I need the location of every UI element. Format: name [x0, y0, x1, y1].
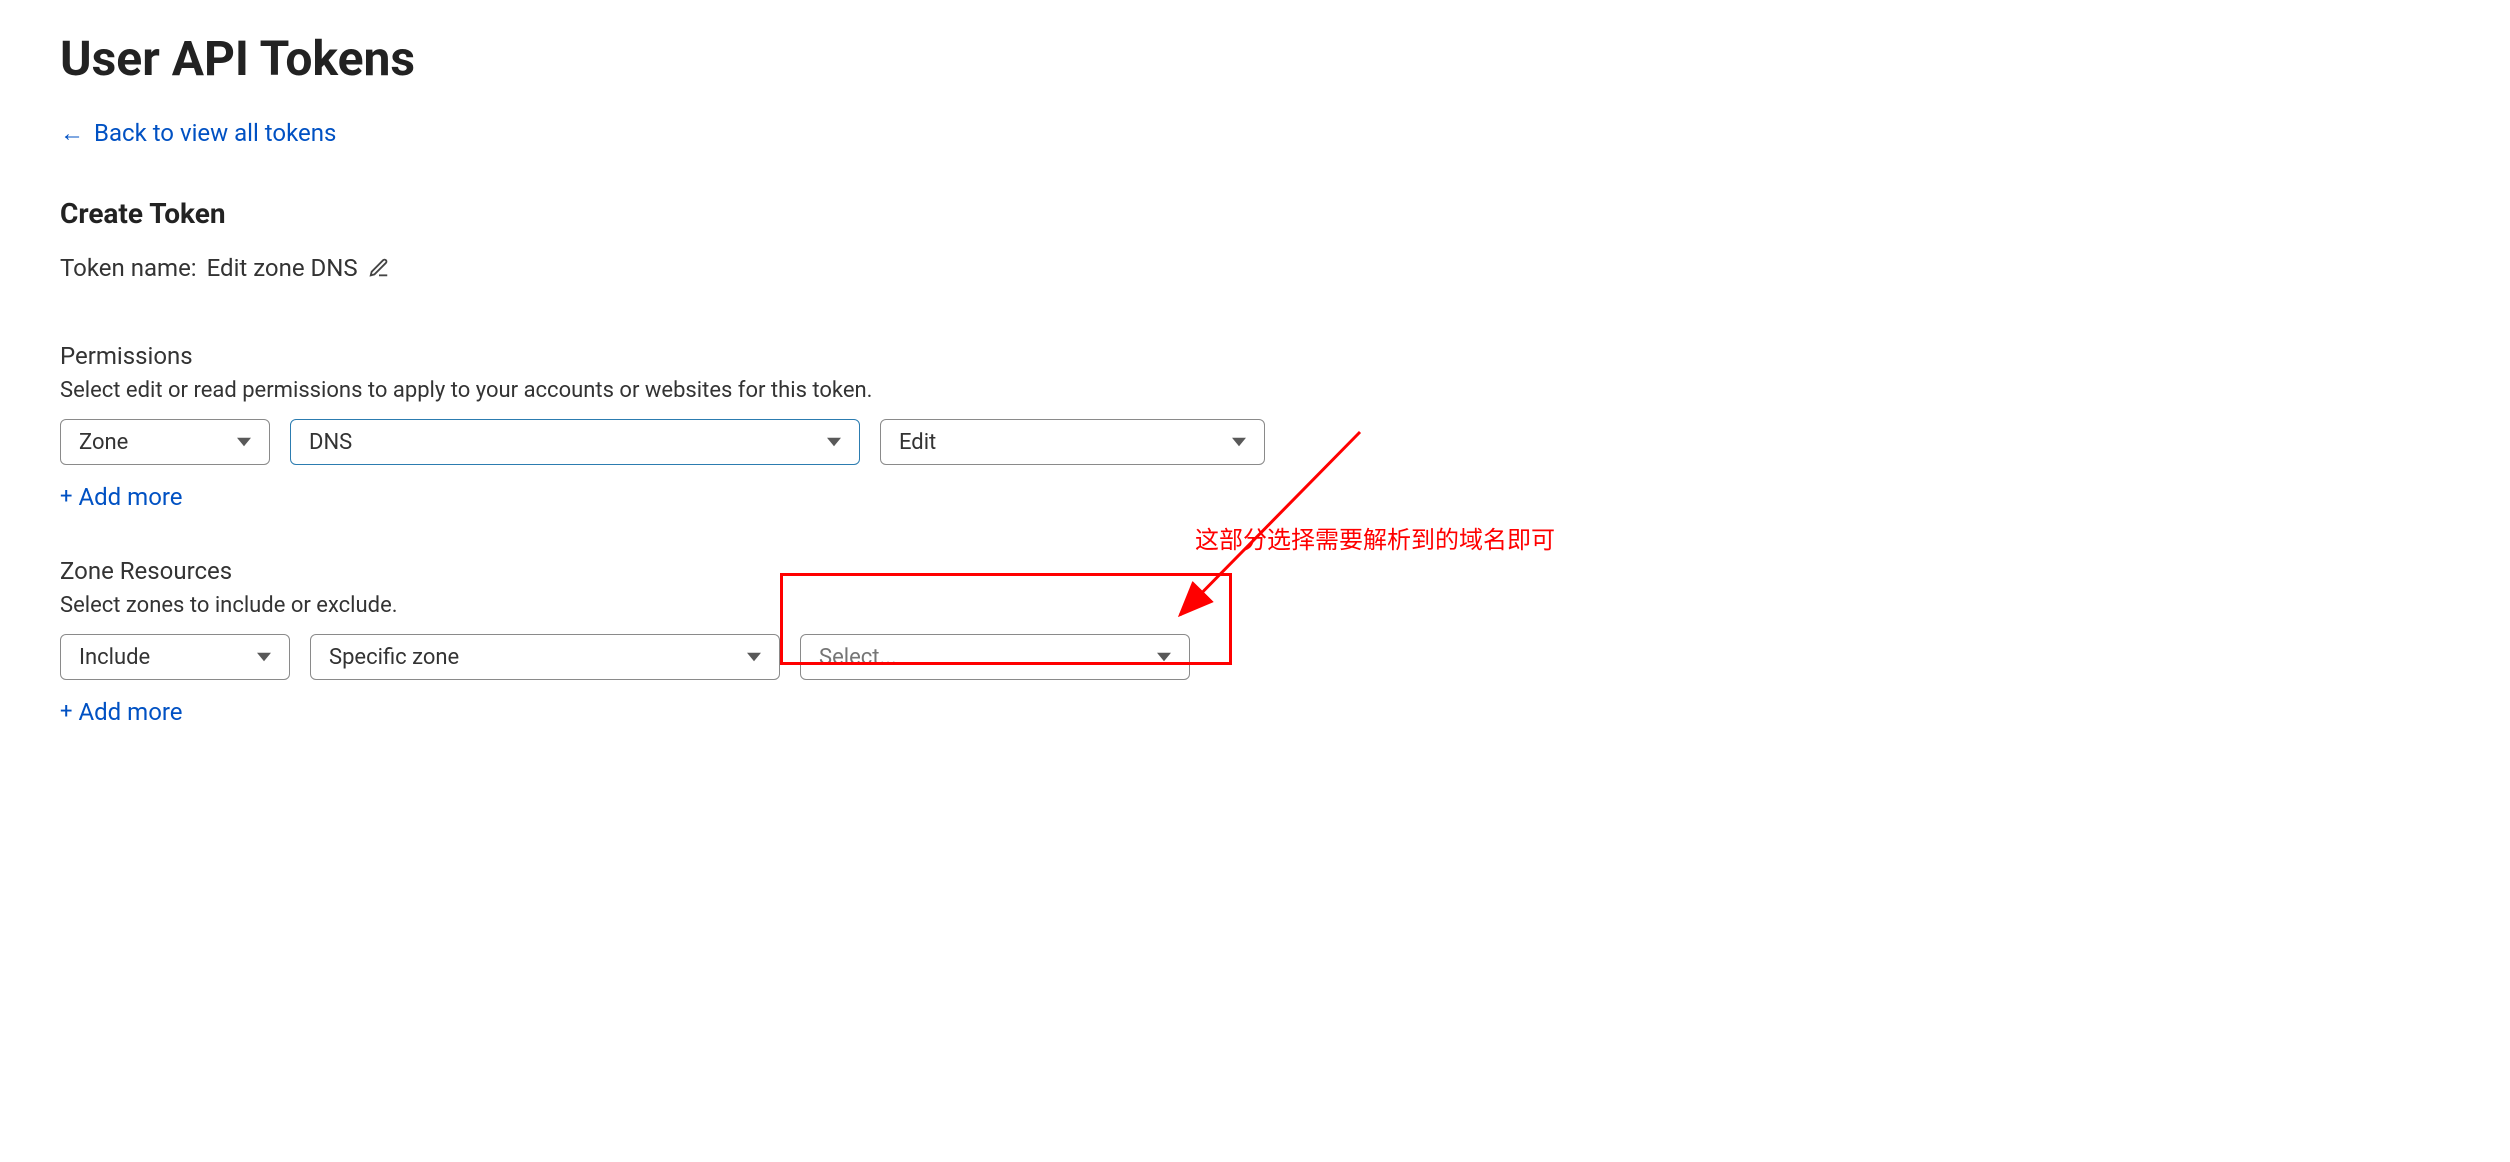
- zone-resources-row: Include Specific zone Select...: [60, 634, 2450, 680]
- back-link-label: Back to view all tokens: [94, 119, 336, 147]
- permissions-scope-value: Zone: [79, 430, 128, 455]
- plus-icon: +: [60, 701, 72, 723]
- annotation-text: 这部分选择需要解析到的域名即可: [1195, 520, 1555, 555]
- caret-down-icon: [257, 650, 271, 664]
- page-title: User API Tokens: [60, 30, 2450, 87]
- permissions-add-more-button[interactable]: + Add more: [60, 483, 183, 511]
- zone-name-placeholder: Select...: [819, 645, 897, 670]
- token-name-label: Token name:: [60, 254, 197, 282]
- add-more-label: Add more: [78, 483, 182, 511]
- caret-down-icon: [1232, 435, 1246, 449]
- arrow-left-icon: ←: [60, 121, 84, 145]
- permissions-access-value: Edit: [899, 430, 936, 455]
- permissions-group: Permissions Select edit or read permissi…: [60, 342, 2450, 511]
- token-name-row: Token name: Edit zone DNS: [60, 254, 2450, 282]
- zone-resources-group: Zone Resources Select zones to include o…: [60, 557, 2450, 726]
- create-token-heading: Create Token: [60, 197, 2450, 230]
- permissions-label: Permissions: [60, 342, 2450, 370]
- permissions-desc: Select edit or read permissions to apply…: [60, 378, 2450, 403]
- zone-name-select[interactable]: Select...: [800, 634, 1190, 680]
- zone-resources-desc: Select zones to include or exclude.: [60, 593, 2450, 618]
- permissions-access-select[interactable]: Edit: [880, 419, 1265, 465]
- caret-down-icon: [747, 650, 761, 664]
- zone-scope-select[interactable]: Specific zone: [310, 634, 780, 680]
- add-more-label: Add more: [78, 698, 182, 726]
- token-name-value: Edit zone DNS: [207, 254, 358, 282]
- permissions-resource-value: DNS: [309, 430, 352, 455]
- zone-mode-select[interactable]: Include: [60, 634, 290, 680]
- permissions-resource-select[interactable]: DNS: [290, 419, 860, 465]
- caret-down-icon: [1157, 650, 1171, 664]
- caret-down-icon: [827, 435, 841, 449]
- permissions-scope-select[interactable]: Zone: [60, 419, 270, 465]
- create-token-page: User API Tokens ← Back to view all token…: [0, 0, 2510, 812]
- zone-mode-value: Include: [79, 645, 150, 670]
- plus-icon: +: [60, 486, 72, 508]
- permissions-row: Zone DNS Edit: [60, 419, 2450, 465]
- caret-down-icon: [237, 435, 251, 449]
- zone-add-more-button[interactable]: + Add more: [60, 698, 183, 726]
- zone-scope-value: Specific zone: [329, 645, 459, 670]
- zone-resources-label: Zone Resources: [60, 557, 2450, 585]
- back-to-tokens-link[interactable]: ← Back to view all tokens: [60, 119, 336, 147]
- edit-icon[interactable]: [368, 257, 390, 279]
